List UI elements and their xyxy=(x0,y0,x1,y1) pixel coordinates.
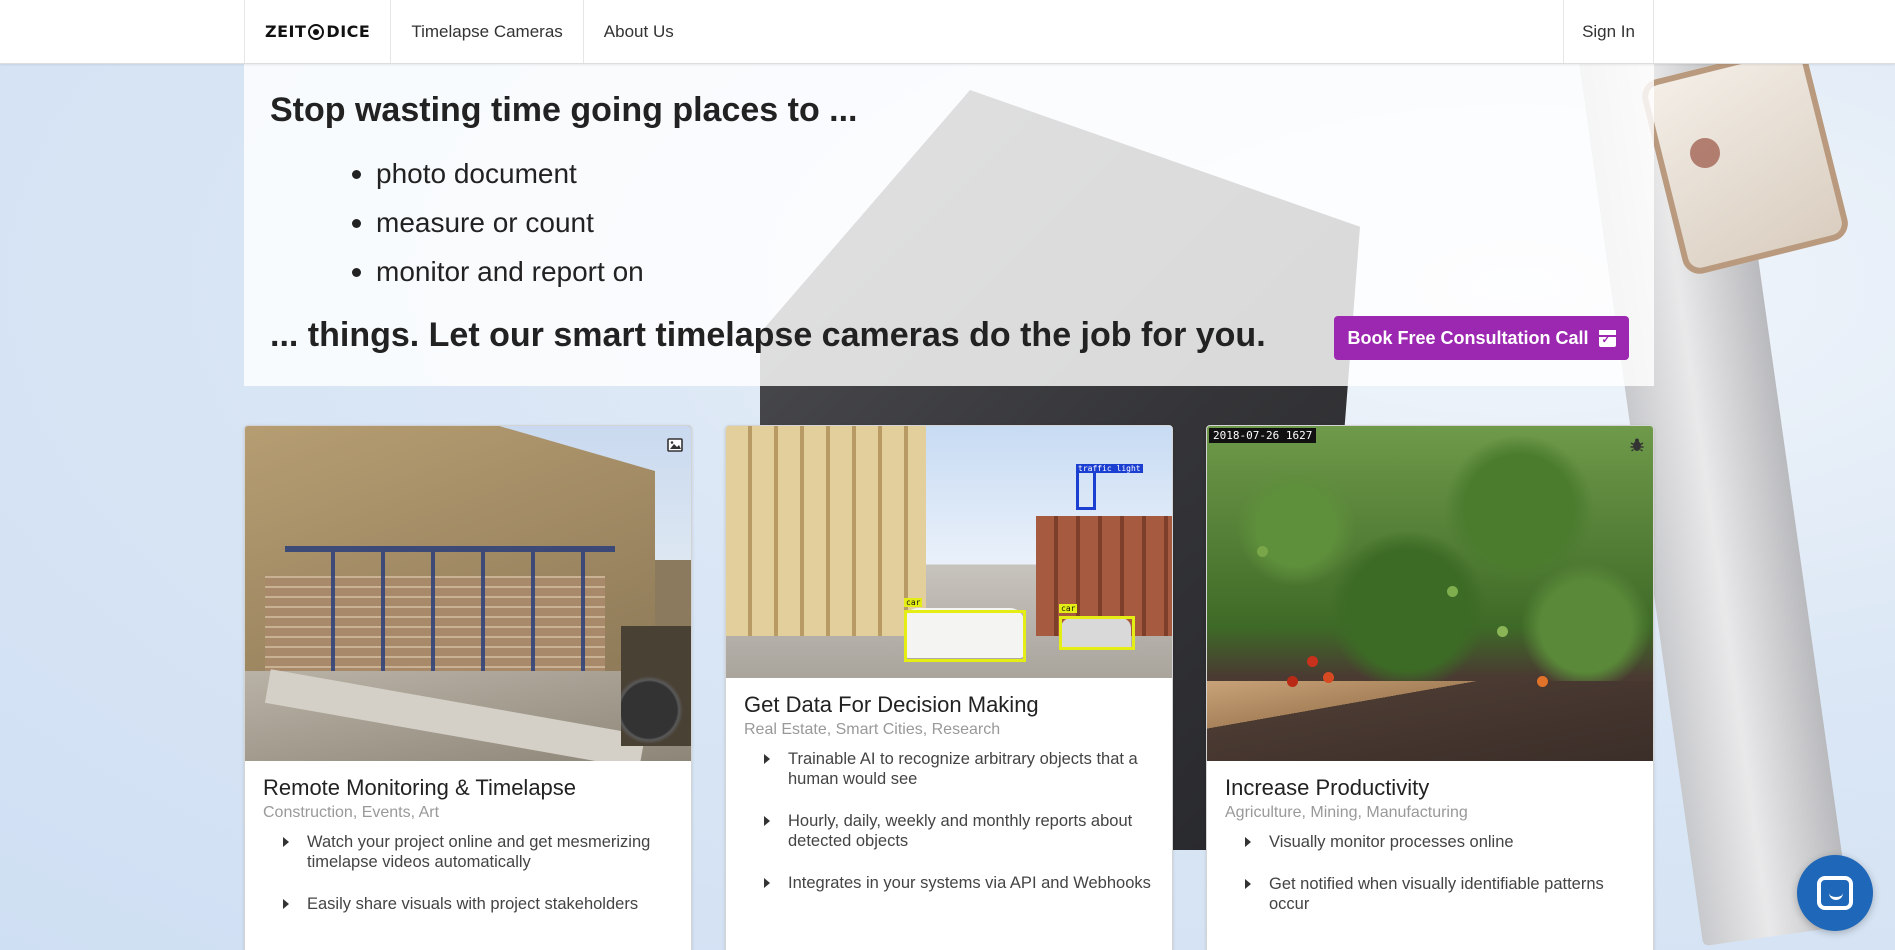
logo-text: ZEIT xyxy=(265,22,307,41)
tomato-shape xyxy=(1447,586,1458,597)
tomato-shape xyxy=(1537,676,1548,687)
card-title: Increase Productivity xyxy=(1225,775,1430,800)
card-meta: Construction, Events, Art xyxy=(263,804,440,822)
card-point: Get notified when visually identifiable … xyxy=(1245,874,1635,914)
card-point: Trainable AI to recognize arbitrary obje… xyxy=(764,749,1154,789)
detection-label: car xyxy=(1059,604,1078,613)
tomato-shape xyxy=(1497,626,1508,637)
tomato-shape xyxy=(1307,656,1318,667)
logo-dice-icon xyxy=(308,23,325,40)
card-data-decision[interactable]: traffic light car car Get Data For Decis… xyxy=(725,425,1173,950)
book-consultation-label: Book Free Consultation Call xyxy=(1347,327,1589,348)
card-body: Get Data For Decision Making Real Estate… xyxy=(726,678,1172,893)
detection-box xyxy=(904,610,1026,662)
calendar-check-icon xyxy=(1598,329,1616,347)
card-point: Visually monitor processes online xyxy=(1245,832,1635,852)
card-increase-productivity[interactable]: 2018-07-26 1627 Increase Productivity Ag… xyxy=(1206,425,1654,950)
detection-label: car xyxy=(904,598,923,607)
hero-bullet: photo document xyxy=(352,149,1628,198)
hero-bullet-list: photo document measure or count monitor … xyxy=(352,149,1628,296)
construction-site-image xyxy=(245,426,691,761)
navbar: ZEIT DICE Timelapse Cameras About Us Sig… xyxy=(0,0,1895,64)
logo-text-suffix: DICE xyxy=(326,22,371,41)
logo[interactable]: ZEIT DICE xyxy=(244,0,390,63)
image-icon xyxy=(665,436,685,454)
card-point: Hourly, daily, weekly and monthly report… xyxy=(764,811,1154,851)
card-point: Easily share visuals with project stakeh… xyxy=(283,894,673,914)
tomato-plants-image: 2018-07-26 1627 xyxy=(1207,426,1653,761)
book-consultation-button[interactable]: Book Free Consultation Call xyxy=(1334,316,1629,360)
card-meta: Real Estate, Smart Cities, Research xyxy=(744,721,1001,739)
card-points: Visually monitor processes online Get no… xyxy=(1225,832,1635,914)
card-body: Remote Monitoring & Timelapse Constructi… xyxy=(245,761,691,914)
bug-icon xyxy=(1627,436,1647,454)
hero-bullet: monitor and report on xyxy=(352,247,1628,296)
street-detection-image: traffic light car car xyxy=(726,426,1172,678)
card-body: Increase Productivity Agriculture, Minin… xyxy=(1207,761,1653,914)
tomato-shape xyxy=(1287,676,1298,687)
detection-box xyxy=(1059,616,1135,650)
sign-in-link[interactable]: Sign In xyxy=(1563,0,1654,63)
chat-icon xyxy=(1817,876,1853,910)
chat-launcher-button[interactable] xyxy=(1797,855,1873,931)
image-timestamp: 2018-07-26 1627 xyxy=(1209,428,1317,443)
machine-shape xyxy=(621,626,691,746)
card-points: Trainable AI to recognize arbitrary obje… xyxy=(744,749,1154,893)
tomato-shape xyxy=(1257,546,1268,557)
hero-tagline: ... things. Let our smart timelapse came… xyxy=(270,316,1266,354)
hero-bullet: measure or count xyxy=(352,198,1628,247)
card-meta: Agriculture, Mining, Manufacturing xyxy=(1225,804,1468,822)
card-points: Watch your project online and get mesmer… xyxy=(263,832,673,914)
card-remote-monitoring[interactable]: Remote Monitoring & Timelapse Constructi… xyxy=(244,425,692,950)
card-point: Integrates in your systems via API and W… xyxy=(764,873,1154,893)
card-title: Get Data For Decision Making xyxy=(744,692,1039,717)
card-point: Watch your project online and get mesmer… xyxy=(283,832,673,872)
garden-bed-shape xyxy=(1207,681,1653,761)
hero-headline: Stop wasting time going places to ... xyxy=(270,91,858,129)
nav-timelapse-cameras[interactable]: Timelapse Cameras xyxy=(390,0,582,63)
hero-panel: Stop wasting time going places to ... ph… xyxy=(244,64,1654,386)
detection-label: traffic light xyxy=(1076,464,1143,473)
tomato-shape xyxy=(1323,672,1334,683)
navbar-inner: ZEIT DICE Timelapse Cameras About Us Sig… xyxy=(244,0,1654,63)
mount-bolt xyxy=(1690,138,1720,168)
nav-about-us[interactable]: About Us xyxy=(582,0,694,63)
building-shape xyxy=(726,426,926,636)
card-title: Remote Monitoring & Timelapse xyxy=(263,775,577,800)
